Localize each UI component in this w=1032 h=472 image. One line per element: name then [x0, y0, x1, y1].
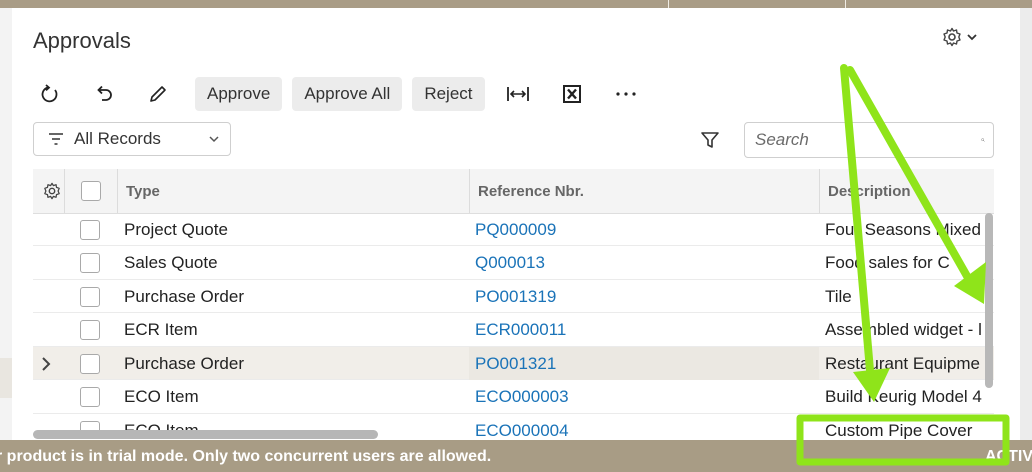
cell-description: Build Keurig Model 4: [825, 387, 982, 406]
trial-banner-right-text: ACTIV: [985, 448, 1032, 465]
approve-button[interactable]: Approve: [195, 77, 283, 111]
approvals-panel: Approvals Approve Approve All Reject All…: [12, 8, 1020, 440]
approvals-grid: Type Reference Nbr. Description Project …: [33, 169, 994, 439]
right-gutter: [1020, 8, 1032, 440]
cell-type: Sales Quote: [124, 253, 218, 272]
column-header-reference[interactable]: Reference Nbr.: [470, 169, 820, 213]
edit-button[interactable]: [141, 77, 175, 111]
excel-export-button[interactable]: [555, 77, 589, 111]
left-gutter: [0, 8, 12, 440]
filter-lines-icon: [49, 133, 63, 145]
row-checkbox-cell: [80, 347, 104, 380]
more-button[interactable]: [609, 77, 643, 111]
vertical-scrollbar[interactable]: [985, 213, 993, 388]
chevron-down-icon: [209, 136, 219, 143]
top-strip-separator: [668, 0, 669, 8]
row-checkbox[interactable]: [80, 286, 100, 307]
refresh-button[interactable]: [33, 77, 67, 111]
select-all-cell: [73, 169, 113, 213]
gear-icon: [44, 182, 60, 200]
toolbar: Approve Approve All Reject: [33, 77, 663, 111]
cell-type: ECO Item: [124, 387, 199, 406]
page-title: Approvals: [33, 28, 131, 53]
cell-type: Project Quote: [124, 219, 228, 239]
settings-menu-button[interactable]: [942, 26, 986, 48]
row-checkbox-cell: [80, 213, 104, 246]
search-icon[interactable]: [981, 131, 985, 149]
chevron-right-icon: [42, 356, 51, 371]
cell-description: Restaurant Equipme: [825, 353, 980, 373]
cell-description: Custom Pipe Cover: [825, 420, 973, 440]
cell-reference-link[interactable]: PO001321: [475, 347, 815, 380]
table-row[interactable]: Project Quote PQ000009 Four Seasons Mixed: [33, 213, 994, 246]
refresh-icon: [41, 84, 58, 103]
row-checkbox-cell: [80, 381, 104, 414]
fit-columns-button[interactable]: [501, 77, 535, 111]
cell-reference-link[interactable]: PO001319: [475, 280, 815, 313]
row-checkbox-cell: [80, 247, 104, 280]
horizontal-scrollbar[interactable]: [33, 430, 378, 439]
funnel-icon: [701, 132, 719, 148]
cell-description: Food sales for C: [825, 253, 950, 272]
excel-export-icon: [562, 85, 581, 103]
grid-header: Type Reference Nbr. Description: [33, 169, 994, 214]
records-filter-select[interactable]: All Records: [33, 122, 231, 156]
table-row[interactable]: Purchase Order PO001319 Tile: [33, 280, 994, 313]
cell-reference-link[interactable]: ECR000011: [475, 314, 815, 347]
cell-type: ECR Item: [124, 320, 198, 339]
row-checkbox[interactable]: [80, 320, 100, 340]
filter-button[interactable]: [700, 130, 722, 150]
search-box: [744, 122, 994, 158]
row-checkbox[interactable]: [80, 219, 100, 240]
column-header-type[interactable]: Type: [118, 169, 468, 213]
records-filter-label: All Records: [74, 129, 161, 148]
undo-button[interactable]: [87, 77, 121, 111]
trial-banner: r product is in trial mode. Only two con…: [0, 440, 1032, 472]
fit-columns-icon: [506, 87, 529, 101]
table-row[interactable]: Purchase Order PO001321 Restaurant Equipme: [33, 347, 994, 380]
more-icon: [615, 92, 636, 96]
approve-all-button[interactable]: Approve All: [292, 77, 403, 111]
cell-type: Purchase Order: [124, 286, 244, 306]
cell-reference-link[interactable]: ECO000004: [475, 414, 815, 440]
column-header-description[interactable]: Description: [820, 169, 994, 213]
trial-message: r product is in trial mode. Only two con…: [0, 448, 492, 465]
cell-type: Purchase Order: [124, 353, 244, 373]
row-expand-button[interactable]: [39, 347, 59, 380]
cell-description: Four Seasons Mixed: [825, 219, 981, 239]
column-settings-button[interactable]: [35, 169, 63, 213]
chevron-down-icon: [967, 34, 977, 41]
row-checkbox[interactable]: [80, 353, 100, 374]
search-input[interactable]: [753, 129, 981, 151]
left-gutter-band: [0, 358, 12, 398]
top-strip-separator: [845, 0, 846, 8]
cell-description: Assembled widget - l: [825, 320, 982, 339]
pencil-icon: [150, 86, 166, 102]
row-checkbox[interactable]: [80, 253, 100, 273]
table-row[interactable]: ECR Item ECR000011 Assembled widget - l: [33, 314, 994, 347]
reject-button[interactable]: Reject: [412, 77, 485, 111]
cell-reference-link[interactable]: Q000013: [475, 247, 815, 280]
gear-icon: [943, 27, 961, 47]
table-row[interactable]: Sales Quote Q000013 Food sales for C: [33, 247, 994, 280]
undo-icon: [97, 85, 112, 101]
select-all-checkbox[interactable]: [81, 181, 101, 201]
cell-reference-link[interactable]: ECO000003: [475, 381, 815, 414]
header-separator: [64, 169, 65, 213]
row-checkbox-cell: [80, 280, 104, 313]
row-checkbox-cell: [80, 314, 104, 347]
cell-description: Tile: [825, 286, 852, 306]
table-row[interactable]: ECO Item ECO000003 Build Keurig Model 4: [33, 381, 994, 414]
cell-reference-link[interactable]: PQ000009: [475, 213, 815, 246]
top-strip: [0, 0, 1032, 8]
row-checkbox[interactable]: [80, 387, 100, 407]
